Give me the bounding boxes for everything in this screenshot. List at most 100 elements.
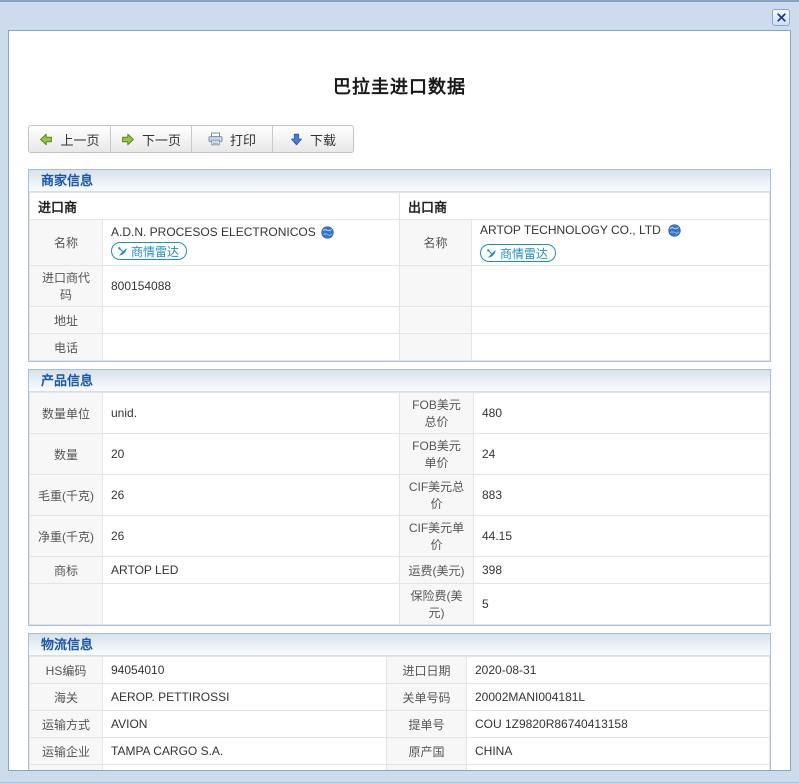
- table-row: 毛重(千克)26CIF美元总价883: [30, 475, 770, 516]
- radar-badge-label: 商情雷达: [500, 245, 548, 262]
- column-header-row: 进口商出口商: [30, 193, 770, 220]
- field-label: 名称: [30, 220, 103, 266]
- field-label: [400, 334, 472, 361]
- field-value: [103, 307, 400, 334]
- button-label: 上一页: [60, 130, 99, 149]
- merchant-table: 进口商出口商名称A.D.N. PROCESOS ELECTRONICOS商情雷达…: [29, 192, 770, 361]
- button-label: 下载: [310, 130, 336, 149]
- table-row: 商标ARTOP LED运费(美元)398: [30, 557, 770, 584]
- field-value: COLOMBIA: [103, 765, 387, 772]
- field-label: CIF美元总价: [400, 475, 474, 516]
- table-row: 海关AEROP. PETTIROSSI关单号码20002MANI004181L: [30, 684, 770, 711]
- field-label: 电话: [30, 334, 103, 361]
- section-merchant: 商家信息进口商出口商名称A.D.N. PROCESOS ELECTRONICOS…: [28, 169, 771, 362]
- field-value: AVION: [103, 711, 387, 738]
- logistics-table: HS编码94054010进口日期2020-08-31海关AEROP. PETTI…: [29, 656, 770, 771]
- field-value: CHINA: [467, 765, 770, 772]
- company-name: A.D.N. PROCESOS ELECTRONICOS: [111, 225, 316, 239]
- field-label: 数量单位: [30, 393, 103, 434]
- close-icon: [776, 12, 787, 23]
- globe-icon[interactable]: [668, 224, 681, 237]
- field-label: 关单号码: [387, 684, 467, 711]
- table-row: 名称 A.D.N. PROCESOS ELECTRONICOS 商情雷达 名称 ARTO…: [30, 220, 770, 266]
- field-label: [30, 584, 103, 625]
- field-label: FOB美元单价: [400, 434, 474, 475]
- field-label: 货运公司所在国: [30, 765, 103, 772]
- section-title: 产品信息: [29, 370, 770, 392]
- table-row: 货运公司所在国COLOMBIA贸易国CHINA: [30, 765, 770, 772]
- field-value: 2020-08-31: [467, 657, 770, 684]
- field-value: [472, 266, 770, 307]
- field-value: [472, 334, 770, 361]
- toolbar: 上一页 下一页打印 下载: [28, 125, 354, 153]
- field-value: 20002MANI004181L: [467, 684, 770, 711]
- section-product: 产品信息数量单位unid.FOB美元总价480数量20FOB美元单价24毛重(千…: [28, 369, 771, 626]
- field-value: A.D.N. PROCESOS ELECTRONICOS 商情雷达: [103, 220, 400, 266]
- field-value: 480: [474, 393, 770, 434]
- globe-icon: [668, 224, 681, 237]
- field-value: ARTOP LED: [103, 557, 400, 584]
- field-label: FOB美元总价: [400, 393, 474, 434]
- section-title: 物流信息: [29, 634, 770, 656]
- field-value: 26: [103, 516, 400, 557]
- field-label: 提单号: [387, 711, 467, 738]
- field-value: 94054010: [103, 657, 387, 684]
- table-row: 地址: [30, 307, 770, 334]
- field-value: TAMPA CARGO S.A.: [103, 738, 387, 765]
- company-name: ARTOP TECHNOLOGY CO., LTD: [480, 223, 661, 237]
- field-value: [103, 334, 400, 361]
- field-value: [472, 307, 770, 334]
- table-row: 运输方式AVION提单号COU 1Z9820R86740413158: [30, 711, 770, 738]
- table-row: 净重(千克)26CIF美元单价44.15: [30, 516, 770, 557]
- table-row: HS编码94054010进口日期2020-08-31: [30, 657, 770, 684]
- section-logistics: 物流信息HS编码94054010进口日期2020-08-31海关AEROP. P…: [28, 633, 771, 771]
- table-row: 数量单位unid.FOB美元总价480: [30, 393, 770, 434]
- section-title: 商家信息: [29, 170, 770, 192]
- field-label: [400, 307, 472, 334]
- page-title: 巴拉圭进口数据: [28, 73, 771, 99]
- column-header: 出口商: [400, 193, 770, 220]
- field-label: 地址: [30, 307, 103, 334]
- field-label: 海关: [30, 684, 103, 711]
- next-page-button[interactable]: 下一页: [110, 126, 191, 152]
- field-value: 24: [474, 434, 770, 475]
- field-value: AEROP. PETTIROSSI: [103, 684, 387, 711]
- field-value: unid.: [103, 393, 400, 434]
- radar-dish-icon: [486, 248, 497, 259]
- radar-badge[interactable]: 商情雷达: [480, 244, 556, 262]
- field-label: 商标: [30, 557, 103, 584]
- field-label: 贸易国: [387, 765, 467, 772]
- field-label: 进口日期: [387, 657, 467, 684]
- field-value: 5: [474, 584, 770, 625]
- sections-container: 商家信息进口商出口商名称A.D.N. PROCESOS ELECTRONICOS…: [28, 169, 771, 771]
- radar-badge-label: 商情雷达: [131, 243, 179, 260]
- field-label: 数量: [30, 434, 103, 475]
- field-value: 44.15: [474, 516, 770, 557]
- prev-page-button[interactable]: 上一页: [29, 126, 110, 152]
- close-button[interactable]: [772, 9, 790, 26]
- field-label: 名称: [400, 220, 472, 266]
- button-label: 下一页: [142, 130, 181, 149]
- field-label: 运输企业: [30, 738, 103, 765]
- field-value: [103, 584, 400, 625]
- field-label: 运输方式: [30, 711, 103, 738]
- field-label: 保险费(美元): [400, 584, 474, 625]
- table-row: 运输企业TAMPA CARGO S.A.原产国CHINA: [30, 738, 770, 765]
- field-value: COU 1Z9820R86740413158: [467, 711, 770, 738]
- table-row: 数量20FOB美元单价24: [30, 434, 770, 475]
- print-button[interactable]: 打印: [191, 126, 272, 152]
- column-header: 进口商: [30, 193, 400, 220]
- field-label: [400, 266, 472, 307]
- globe-icon[interactable]: [321, 226, 334, 239]
- field-value: 26: [103, 475, 400, 516]
- green-arrow-left-icon: [39, 133, 53, 146]
- field-value: 800154088: [103, 266, 400, 307]
- radar-badge[interactable]: 商情雷达: [111, 242, 187, 260]
- download-arrow-icon: [290, 133, 303, 146]
- field-label: 毛重(千克): [30, 475, 103, 516]
- field-label: HS编码: [30, 657, 103, 684]
- field-label: 进口商代码: [30, 266, 103, 307]
- download-button[interactable]: 下载: [272, 126, 353, 152]
- field-label: 净重(千克): [30, 516, 103, 557]
- field-value: 883: [474, 475, 770, 516]
